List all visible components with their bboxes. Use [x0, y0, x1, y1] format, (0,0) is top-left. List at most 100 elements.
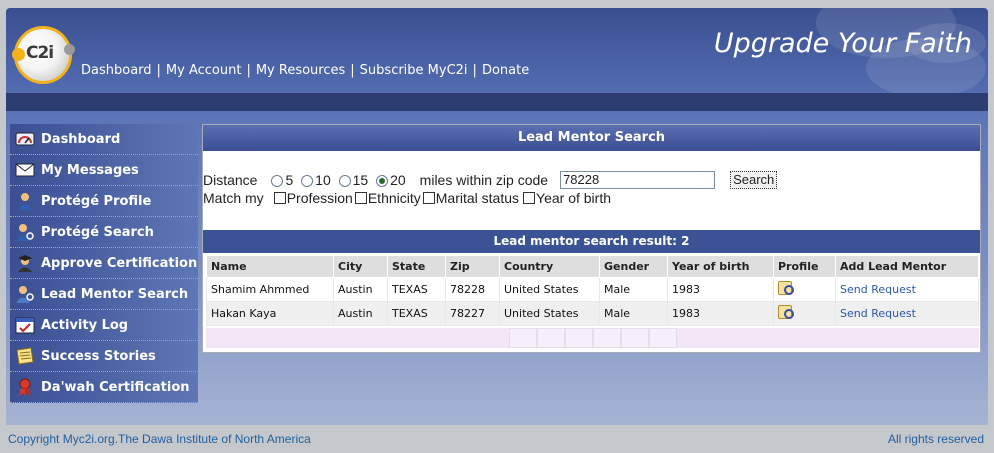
distance-radio-20[interactable]: [376, 175, 389, 188]
header-band: [6, 93, 988, 111]
view-profile-icon[interactable]: [778, 305, 794, 319]
match-option-label: Year of birth: [536, 190, 611, 206]
cell-state: TEXAS: [387, 301, 446, 326]
send-request-link[interactable]: Send Request: [840, 283, 916, 296]
cell-zip: 78227: [445, 301, 500, 326]
distance-radio-10[interactable]: [301, 175, 314, 188]
sidebar-item-lead-mentor-search[interactable]: Lead Mentor Search: [10, 279, 198, 310]
distance-radio-15[interactable]: [338, 175, 351, 188]
lead-mentor-search-panel: Lead Mentor Search Distance 5 10 15 20 m…: [202, 124, 981, 353]
distance-options: 5 10 15 20: [267, 172, 406, 188]
sidebar-item-approve-certification[interactable]: Approve Certification: [10, 248, 198, 279]
match-option-label: Profession: [286, 190, 353, 206]
nav-my-account[interactable]: My Account: [166, 63, 242, 78]
pager-row: [206, 328, 979, 348]
sidebar-item-label: Approve Certification: [41, 255, 198, 271]
sidebar: Dashboard My Messages Protégé Profile Pr…: [10, 124, 198, 403]
cell-year-of-birth: 1983: [667, 301, 774, 326]
match-checkbox-year-of-birth[interactable]: [523, 192, 536, 204]
distance-option-label: 20: [390, 172, 406, 188]
column-header: State: [387, 255, 446, 278]
sidebar-item-dawah-certification[interactable]: Da'wah Certification: [10, 372, 198, 403]
search-form: Distance 5 10 15 20 miles within zip cod…: [203, 171, 980, 207]
cell-profile: [773, 301, 836, 326]
sidebar-item-label: Protégé Search: [41, 224, 154, 240]
logo-dot: [64, 44, 75, 55]
nav-separator: |: [472, 63, 477, 78]
gauge-icon: [14, 128, 36, 150]
nav-my-resources[interactable]: My Resources: [256, 63, 345, 78]
graduate-icon: [14, 252, 36, 274]
sidebar-item-my-messages[interactable]: My Messages: [10, 155, 198, 186]
distance-radio-5[interactable]: [271, 175, 284, 188]
pager-cell: [509, 328, 537, 348]
site-tagline: Upgrade Your Faith: [713, 28, 972, 59]
sidebar-item-label: Activity Log: [41, 317, 129, 333]
cell-zip: 78228: [445, 277, 500, 302]
site-header: C2i Dashboard | My Account | My Resources | Su…: [6, 8, 988, 111]
nav-donate[interactable]: Donate: [482, 63, 529, 78]
sidebar-item-protege-search[interactable]: Protégé Search: [10, 217, 198, 248]
cell-country: United States: [499, 301, 600, 326]
cell-state: TEXAS: [387, 277, 446, 302]
column-header: City: [333, 255, 388, 278]
column-header: Profile: [773, 255, 836, 278]
cell-year-of-birth: 1983: [667, 277, 774, 302]
sidebar-item-label: My Messages: [41, 162, 139, 178]
mentor-search-icon: [14, 283, 36, 305]
site-logo[interactable]: C2i: [12, 26, 75, 84]
column-header: Gender: [599, 255, 668, 278]
sidebar-item-label: Da'wah Certification: [41, 379, 190, 395]
pager-cell: [537, 328, 565, 348]
cell-gender: Male: [599, 277, 668, 302]
cell-add-lead-mentor: Send Request: [835, 277, 979, 302]
nav-dashboard[interactable]: Dashboard: [81, 63, 152, 78]
sidebar-item-label: Lead Mentor Search: [41, 286, 189, 302]
sidebar-item-label: Dashboard: [41, 131, 121, 147]
calendar-icon: [14, 314, 36, 336]
distance-option-label: 10: [315, 172, 331, 188]
cell-city: Austin: [333, 277, 388, 302]
pager-cell: [565, 328, 593, 348]
envelope-icon: [14, 159, 36, 181]
cell-gender: Male: [599, 301, 668, 326]
table-row: Shamim Ahmmed Austin TEXAS 78228 United …: [206, 277, 979, 302]
sidebar-item-dashboard[interactable]: Dashboard: [10, 124, 198, 155]
match-checkbox-profession[interactable]: [273, 192, 286, 204]
cell-city: Austin: [333, 301, 388, 326]
copyright-text: Copyright Myc2i.org.The Dawa Institute o…: [8, 432, 311, 446]
distance-option-label: 15: [352, 172, 369, 188]
sidebar-item-protege-profile[interactable]: Protégé Profile: [10, 186, 198, 217]
rights-text: All rights reserved: [887, 432, 984, 446]
panel-title: Lead Mentor Search: [203, 125, 980, 151]
view-profile-icon[interactable]: [778, 281, 794, 295]
match-checkbox-marital-status[interactable]: [422, 192, 435, 204]
column-header: Zip: [445, 255, 500, 278]
match-option-label: Ethnicity: [367, 190, 421, 206]
pager-cell: [649, 328, 677, 348]
nav-separator: |: [246, 63, 251, 78]
column-header: Year of birth: [667, 255, 774, 278]
zip-label: miles within zip code: [419, 172, 549, 188]
cell-country: United States: [499, 277, 600, 302]
match-checkbox-ethnicity[interactable]: [354, 192, 367, 204]
search-button[interactable]: Search: [730, 171, 778, 189]
logo-text: C2i: [26, 43, 54, 63]
column-header: Add Lead Mentor: [835, 255, 979, 278]
person-search-icon: [14, 221, 36, 243]
logo-dot: [12, 48, 25, 61]
cell-add-lead-mentor: Send Request: [835, 301, 979, 326]
sidebar-item-label: Protégé Profile: [41, 193, 152, 209]
column-header: Country: [499, 255, 600, 278]
match-label: Match my: [203, 190, 264, 206]
send-request-link[interactable]: Send Request: [840, 307, 916, 320]
zip-input[interactable]: 78228: [560, 171, 716, 189]
sidebar-item-success-stories[interactable]: Success Stories: [10, 341, 198, 372]
nav-subscribe[interactable]: Subscribe MyC2i: [360, 63, 468, 78]
result-title: Lead mentor search result: 2: [203, 230, 980, 253]
top-navigation: Dashboard | My Account | My Resources | Subscr…: [81, 63, 529, 78]
distance-option-label: 5: [285, 172, 294, 188]
sidebar-item-label: Success Stories: [41, 348, 156, 364]
match-row: Match my Profession Ethnicity Marital st…: [203, 189, 980, 207]
sidebar-item-activity-log[interactable]: Activity Log: [10, 310, 198, 341]
